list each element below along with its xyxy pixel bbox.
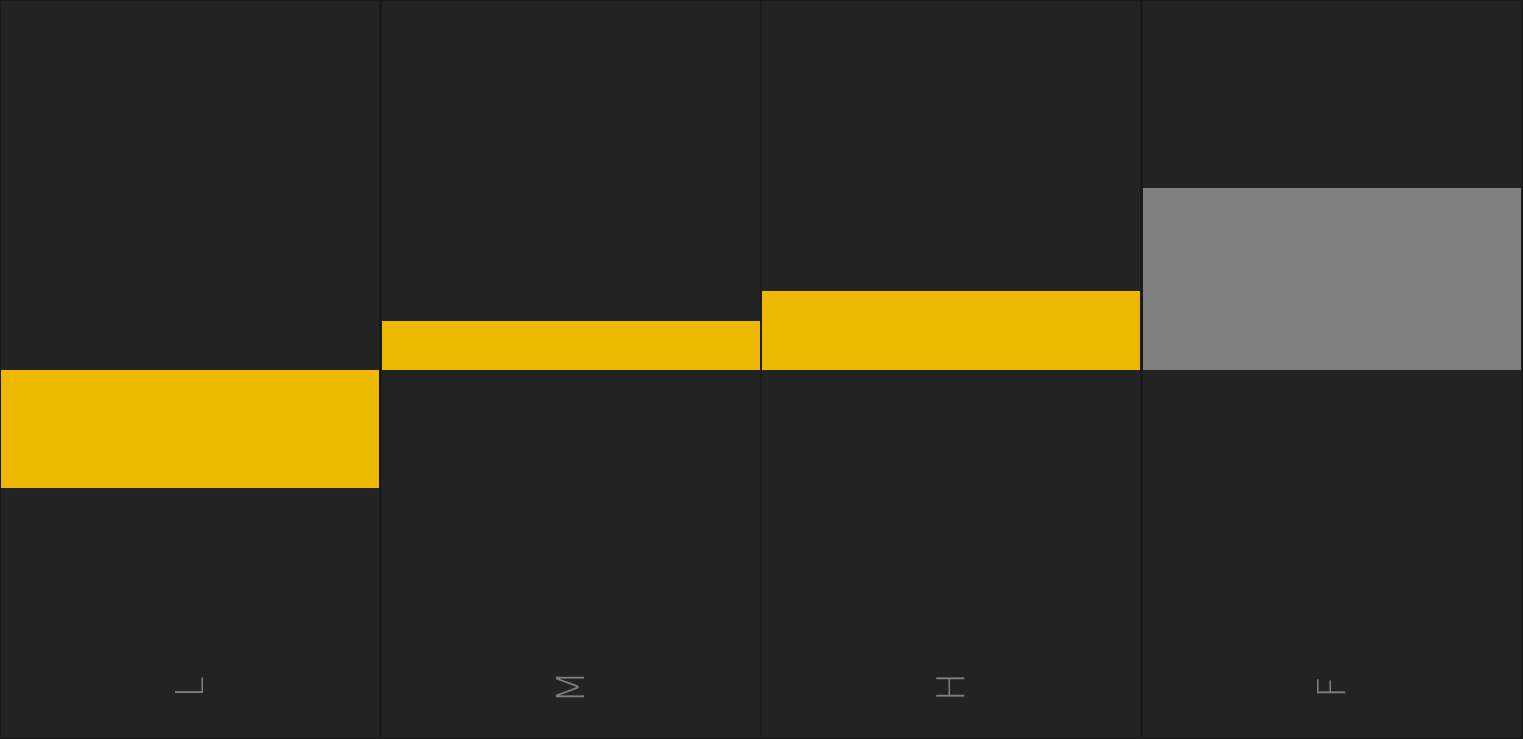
- band-high-label: H: [929, 672, 973, 702]
- band-filter-label: F: [1310, 676, 1354, 698]
- band-low-gain-bar[interactable]: [1, 370, 379, 489]
- band-low[interactable]: L: [1, 1, 379, 737]
- band-mid[interactable]: M: [382, 1, 760, 737]
- band-high-gain-bar[interactable]: [762, 291, 1140, 370]
- band-filter-gain-bar[interactable]: [1143, 187, 1521, 370]
- band-low-label: L: [168, 676, 212, 698]
- band-mid-gain-bar[interactable]: [382, 320, 760, 370]
- eq-band-panel: L M H F: [0, 0, 1523, 739]
- band-filter[interactable]: F: [1143, 1, 1521, 737]
- band-mid-label: M: [549, 670, 593, 704]
- band-high[interactable]: H: [762, 1, 1140, 737]
